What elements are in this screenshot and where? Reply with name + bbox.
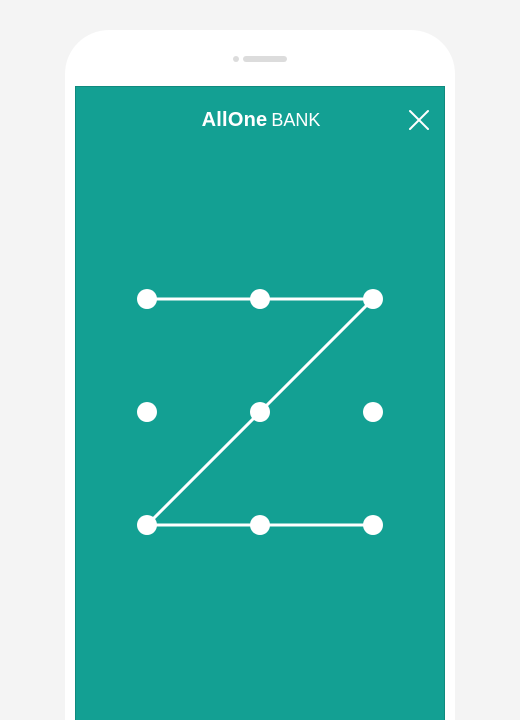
pattern-dot-r3-c2[interactable] — [250, 515, 270, 535]
pattern-dot-r2-c1[interactable] — [137, 402, 157, 422]
pattern-dot-r2-c3[interactable] — [363, 402, 383, 422]
pattern-line-segment — [258, 297, 375, 414]
pattern-dot-r1-c1[interactable] — [137, 289, 157, 309]
pattern-line-segment — [145, 410, 262, 527]
pattern-lock-screen: AllOne BANK — [75, 86, 445, 720]
pattern-dot-r3-c1[interactable] — [137, 515, 157, 535]
pattern-dot-r3-c3[interactable] — [363, 515, 383, 535]
pattern-dot-r1-c2[interactable] — [250, 289, 270, 309]
earpiece-speaker — [243, 56, 287, 62]
page: AllOne BANK — [0, 0, 520, 720]
front-camera — [233, 56, 239, 62]
pattern-grid[interactable] — [76, 87, 446, 720]
phone-frame: AllOne BANK — [65, 30, 455, 720]
pattern-dot-r2-c2[interactable] — [250, 402, 270, 422]
pattern-dot-r1-c3[interactable] — [363, 289, 383, 309]
